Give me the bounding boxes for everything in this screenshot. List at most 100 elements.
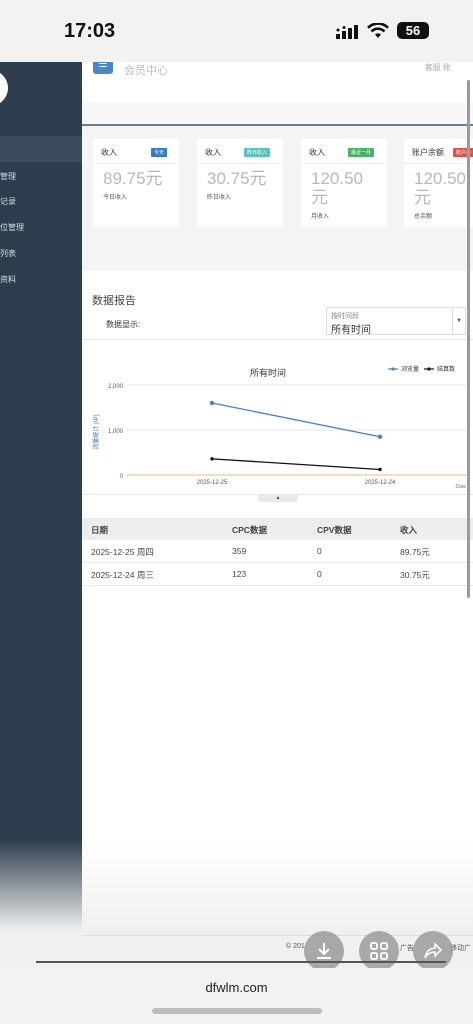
footer-link-mobile[interactable]: 移动广	[450, 943, 471, 953]
time-range-select[interactable]: 按时间段 所有时间 ▼	[326, 307, 466, 336]
card-subtitle: 今日收入	[103, 195, 128, 201]
divider	[93, 163, 179, 164]
select-placeholder: 按时间段	[331, 313, 359, 320]
data-point	[377, 434, 383, 439]
cellular-signal-icon	[336, 25, 358, 39]
sidebar-item-slot-manage[interactable]: 位管理	[0, 222, 24, 233]
chart-title: 所有时间	[250, 367, 286, 378]
sidebar-active-item[interactable]	[0, 136, 82, 162]
footer-link-ad[interactable]: 广告	[400, 943, 414, 953]
x-axis-label: Date	[455, 484, 466, 490]
divider	[301, 163, 387, 164]
drag-handle[interactable]	[36, 961, 446, 963]
share-button[interactable]	[413, 931, 453, 971]
table-row: 2025-12-25 周四 359 0 89.75元	[82, 540, 473, 563]
cell-cpc: 123	[232, 569, 247, 579]
y-tick-label: 1,000	[108, 429, 124, 435]
divider	[404, 163, 473, 164]
column-header-date: 日期	[91, 525, 109, 535]
chevron-down-icon[interactable]: ▼	[452, 308, 465, 334]
data-point	[378, 467, 382, 472]
avatar[interactable]	[0, 70, 8, 106]
grid-icon	[370, 942, 388, 960]
tabs-grid-button[interactable]	[359, 931, 399, 971]
divider	[197, 163, 283, 164]
traffic-chart: 所有时间 2,000 1,000 0 流量统计 (IP) 2025-12-25 2025-1…	[92, 365, 467, 490]
cell-cpc: 359	[232, 546, 247, 556]
scrollbar[interactable]	[467, 80, 470, 598]
top-title: 会员中心	[124, 65, 168, 77]
divider	[82, 339, 473, 340]
sub-header-bar	[82, 102, 473, 126]
sidebar-item-records[interactable]: 记录	[0, 196, 16, 207]
table-header: 日期 CPC数据 CPV数据 收入	[82, 518, 473, 540]
card-title: 收入	[101, 148, 117, 157]
legend-marker	[427, 367, 431, 371]
data-point	[210, 457, 214, 461]
clock: 17:03	[64, 20, 116, 42]
card-value: 89.75元	[103, 169, 163, 188]
chart-collapse-toggle[interactable]: ▲	[258, 495, 298, 502]
y-tick-label: 2,000	[108, 384, 124, 390]
stat-card-today: 收入 今天 89.75元 今日收入	[93, 139, 179, 227]
top-right-links[interactable]: 客服 账	[425, 62, 451, 73]
card-value-unit: 元	[311, 188, 328, 207]
x-tick-label: 2025-12-24	[365, 480, 396, 486]
card-subtitle: 昨日收入	[207, 195, 232, 201]
download-button[interactable]	[304, 931, 344, 971]
wifi-icon	[367, 23, 389, 38]
cell-income: 30.75元	[400, 570, 430, 580]
main-content: ☰ 会员中心 客服 账 收入 今天 89.75元 今日收入 收入 昨日收入 30…	[82, 62, 473, 967]
status-badge: 今天	[151, 148, 168, 157]
data-point	[209, 400, 215, 406]
card-title: 账户余额	[412, 148, 444, 157]
legend-marker	[391, 367, 395, 371]
card-value: 120.50 元	[414, 169, 466, 207]
card-title: 收入	[309, 148, 325, 157]
cell-cpv: 0	[317, 546, 322, 556]
column-header-cpv: CPV数据	[317, 525, 352, 535]
stat-card-month: 收入 最近一月 120.50 元 月收入	[301, 139, 387, 227]
download-icon	[317, 943, 331, 959]
sidebar-item-manage[interactable]: 管理	[0, 171, 16, 182]
browser-bar	[0, 968, 473, 1024]
card-subtitle: 月收入	[311, 214, 330, 220]
display-label: 数据显示:	[106, 320, 141, 329]
card-value: 30.75元	[207, 169, 267, 188]
series-line-0	[211, 402, 381, 438]
battery-indicator: 56	[397, 22, 429, 39]
menu-toggle-button[interactable]: ☰	[93, 62, 113, 74]
stat-card-yesterday: 收入 昨日收入 30.75元 昨日收入	[197, 139, 283, 227]
cell-income: 89.75元	[400, 547, 430, 557]
card-subtitle: 总余额	[414, 214, 433, 220]
status-bar: 17:03 56	[0, 0, 473, 62]
cell-date: 2025-12-24 周三	[91, 570, 154, 580]
url-text[interactable]: dfwlm.com	[0, 980, 473, 995]
status-badge: 账户余	[453, 148, 473, 157]
card-value-number: 120.50	[311, 169, 363, 188]
sidebar-item-profile[interactable]: 资料	[0, 274, 16, 285]
column-header-income: 收入	[400, 525, 418, 535]
y-tick-label: 0	[120, 474, 124, 480]
cell-cpv: 0	[317, 569, 322, 579]
cell-date: 2025-12-25 周四	[91, 547, 154, 557]
card-title: 收入	[205, 148, 221, 157]
card-value: 120.50 元	[311, 169, 363, 207]
legend-label: 浏览量	[401, 365, 419, 373]
series-line-1	[211, 458, 381, 471]
sidebar: 管理 记录 位管理 列表 资料	[0, 62, 82, 967]
table-row: 2025-12-24 周三 123 0 30.75元	[82, 563, 473, 586]
stat-card-balance: 账户余额 账户余 120.50 元 总余额	[404, 139, 473, 227]
divider	[82, 935, 473, 936]
status-badge: 昨日收入	[244, 148, 271, 157]
sidebar-item-list[interactable]: 列表	[0, 248, 16, 259]
footer-copyright: © 201	[286, 943, 305, 950]
column-header-cpc: CPC数据	[232, 525, 267, 535]
card-value-number: 120.50	[414, 169, 466, 188]
home-indicator[interactable]	[152, 1008, 322, 1014]
top-bar: ☰ 会员中心 客服 账	[82, 62, 473, 98]
report-title: 数据报告	[92, 295, 136, 307]
status-badge: 最近一月	[348, 148, 375, 157]
select-value: 所有时间	[331, 325, 371, 336]
card-value-unit: 元	[414, 188, 431, 207]
